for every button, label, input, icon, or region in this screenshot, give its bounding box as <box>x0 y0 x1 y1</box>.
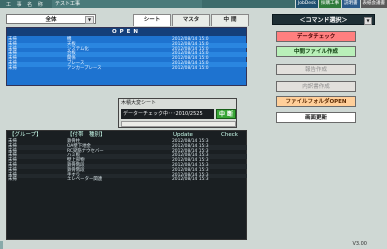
cancel-button[interactable]: 中 断 <box>216 109 236 119</box>
open-list-header: OPEN <box>7 28 246 36</box>
list-item[interactable]: 未掃 アンカープレース 2012/08/14 15:0 <box>8 66 247 72</box>
top-tab-manual[interactable]: 説明書 <box>341 0 360 8</box>
resize-handle[interactable] <box>0 241 3 249</box>
project-name-field[interactable]: テスト工事 <box>52 0 202 8</box>
command-select-label: ＜コマンド選択＞ <box>299 17 348 24</box>
create-breakdown-button[interactable]: 内訳書作成 <box>276 81 356 92</box>
dialog-status-text: データーチェック中･･･2010/2525 <box>121 109 214 119</box>
create-middle-file-button[interactable]: 中間ファイル作成 <box>276 46 356 57</box>
command-select[interactable]: ＜コマンド選択＞ ▼ <box>272 14 375 25</box>
check-column-header[interactable]: Check <box>221 131 238 139</box>
item-column-header[interactable]: 【付帯 種別】 <box>67 131 106 139</box>
group-list-header: 【グループ】 【付帯 種別】 Update Check <box>7 131 246 139</box>
table-row[interactable]: 未掃 エレベーター関連 2012/08/14 15:3 <box>8 178 247 183</box>
top-tab-jobdesk[interactable]: JobDesk <box>294 0 318 8</box>
department-select-value: 全体 <box>45 17 57 23</box>
dialog-title: 木積大変シート <box>119 99 236 107</box>
open-list-panel: OPEN 未掃機 2012/08/14 15:0 未掃 天板 2012/08/14 1… <box>6 27 247 86</box>
tab-master[interactable]: マスタ <box>172 14 210 26</box>
refresh-screen-button[interactable]: 画面更新 <box>276 112 356 123</box>
top-tab-strip: JobDesk 採購工事 説明書 表紙会議書 <box>294 0 387 8</box>
top-tab-purchase[interactable]: 採購工事 <box>318 0 341 8</box>
group-column-header[interactable]: 【グループ】 <box>9 132 42 138</box>
update-column-header[interactable]: Update <box>173 131 193 139</box>
department-select[interactable]: 全体 ▼ <box>6 14 96 24</box>
view-tabs: シート マスタ 中 間 <box>133 14 250 26</box>
progress-dialog: 木積大変シート データーチェック中･･･2010/2525 中 断 <box>118 98 237 128</box>
create-report-button[interactable]: 報告作成 <box>276 64 356 75</box>
version-label: V3.00 <box>352 241 367 247</box>
progress-bar <box>121 121 236 127</box>
tab-middle[interactable]: 中 間 <box>211 14 249 26</box>
open-list-rows: 未掃機 2012/08/14 15:0 未掃 天板 2012/08/14 15:0 未… <box>8 37 247 72</box>
group-list-panel: 【グループ】 【付帯 種別】 Update Check 未掃 鉄骨柱 2012/08… <box>6 130 247 240</box>
chevron-down-icon[interactable]: ▼ <box>85 16 94 24</box>
project-name-label: 工 事 名 称 <box>6 2 45 8</box>
tab-sheet[interactable]: シート <box>133 14 171 26</box>
data-check-button[interactable]: データチェック <box>276 31 356 42</box>
open-file-folder-button[interactable]: ファイルフォルダOPEN <box>276 96 356 107</box>
top-tab-cover[interactable]: 表紙会議書 <box>359 0 387 8</box>
group-list-rows: 未掃 鉄骨柱 2012/08/14 15:3 未掃 OA壁下地金 2012/08/14 … <box>8 139 247 183</box>
chevron-down-icon[interactable]: ▼ <box>364 17 372 25</box>
